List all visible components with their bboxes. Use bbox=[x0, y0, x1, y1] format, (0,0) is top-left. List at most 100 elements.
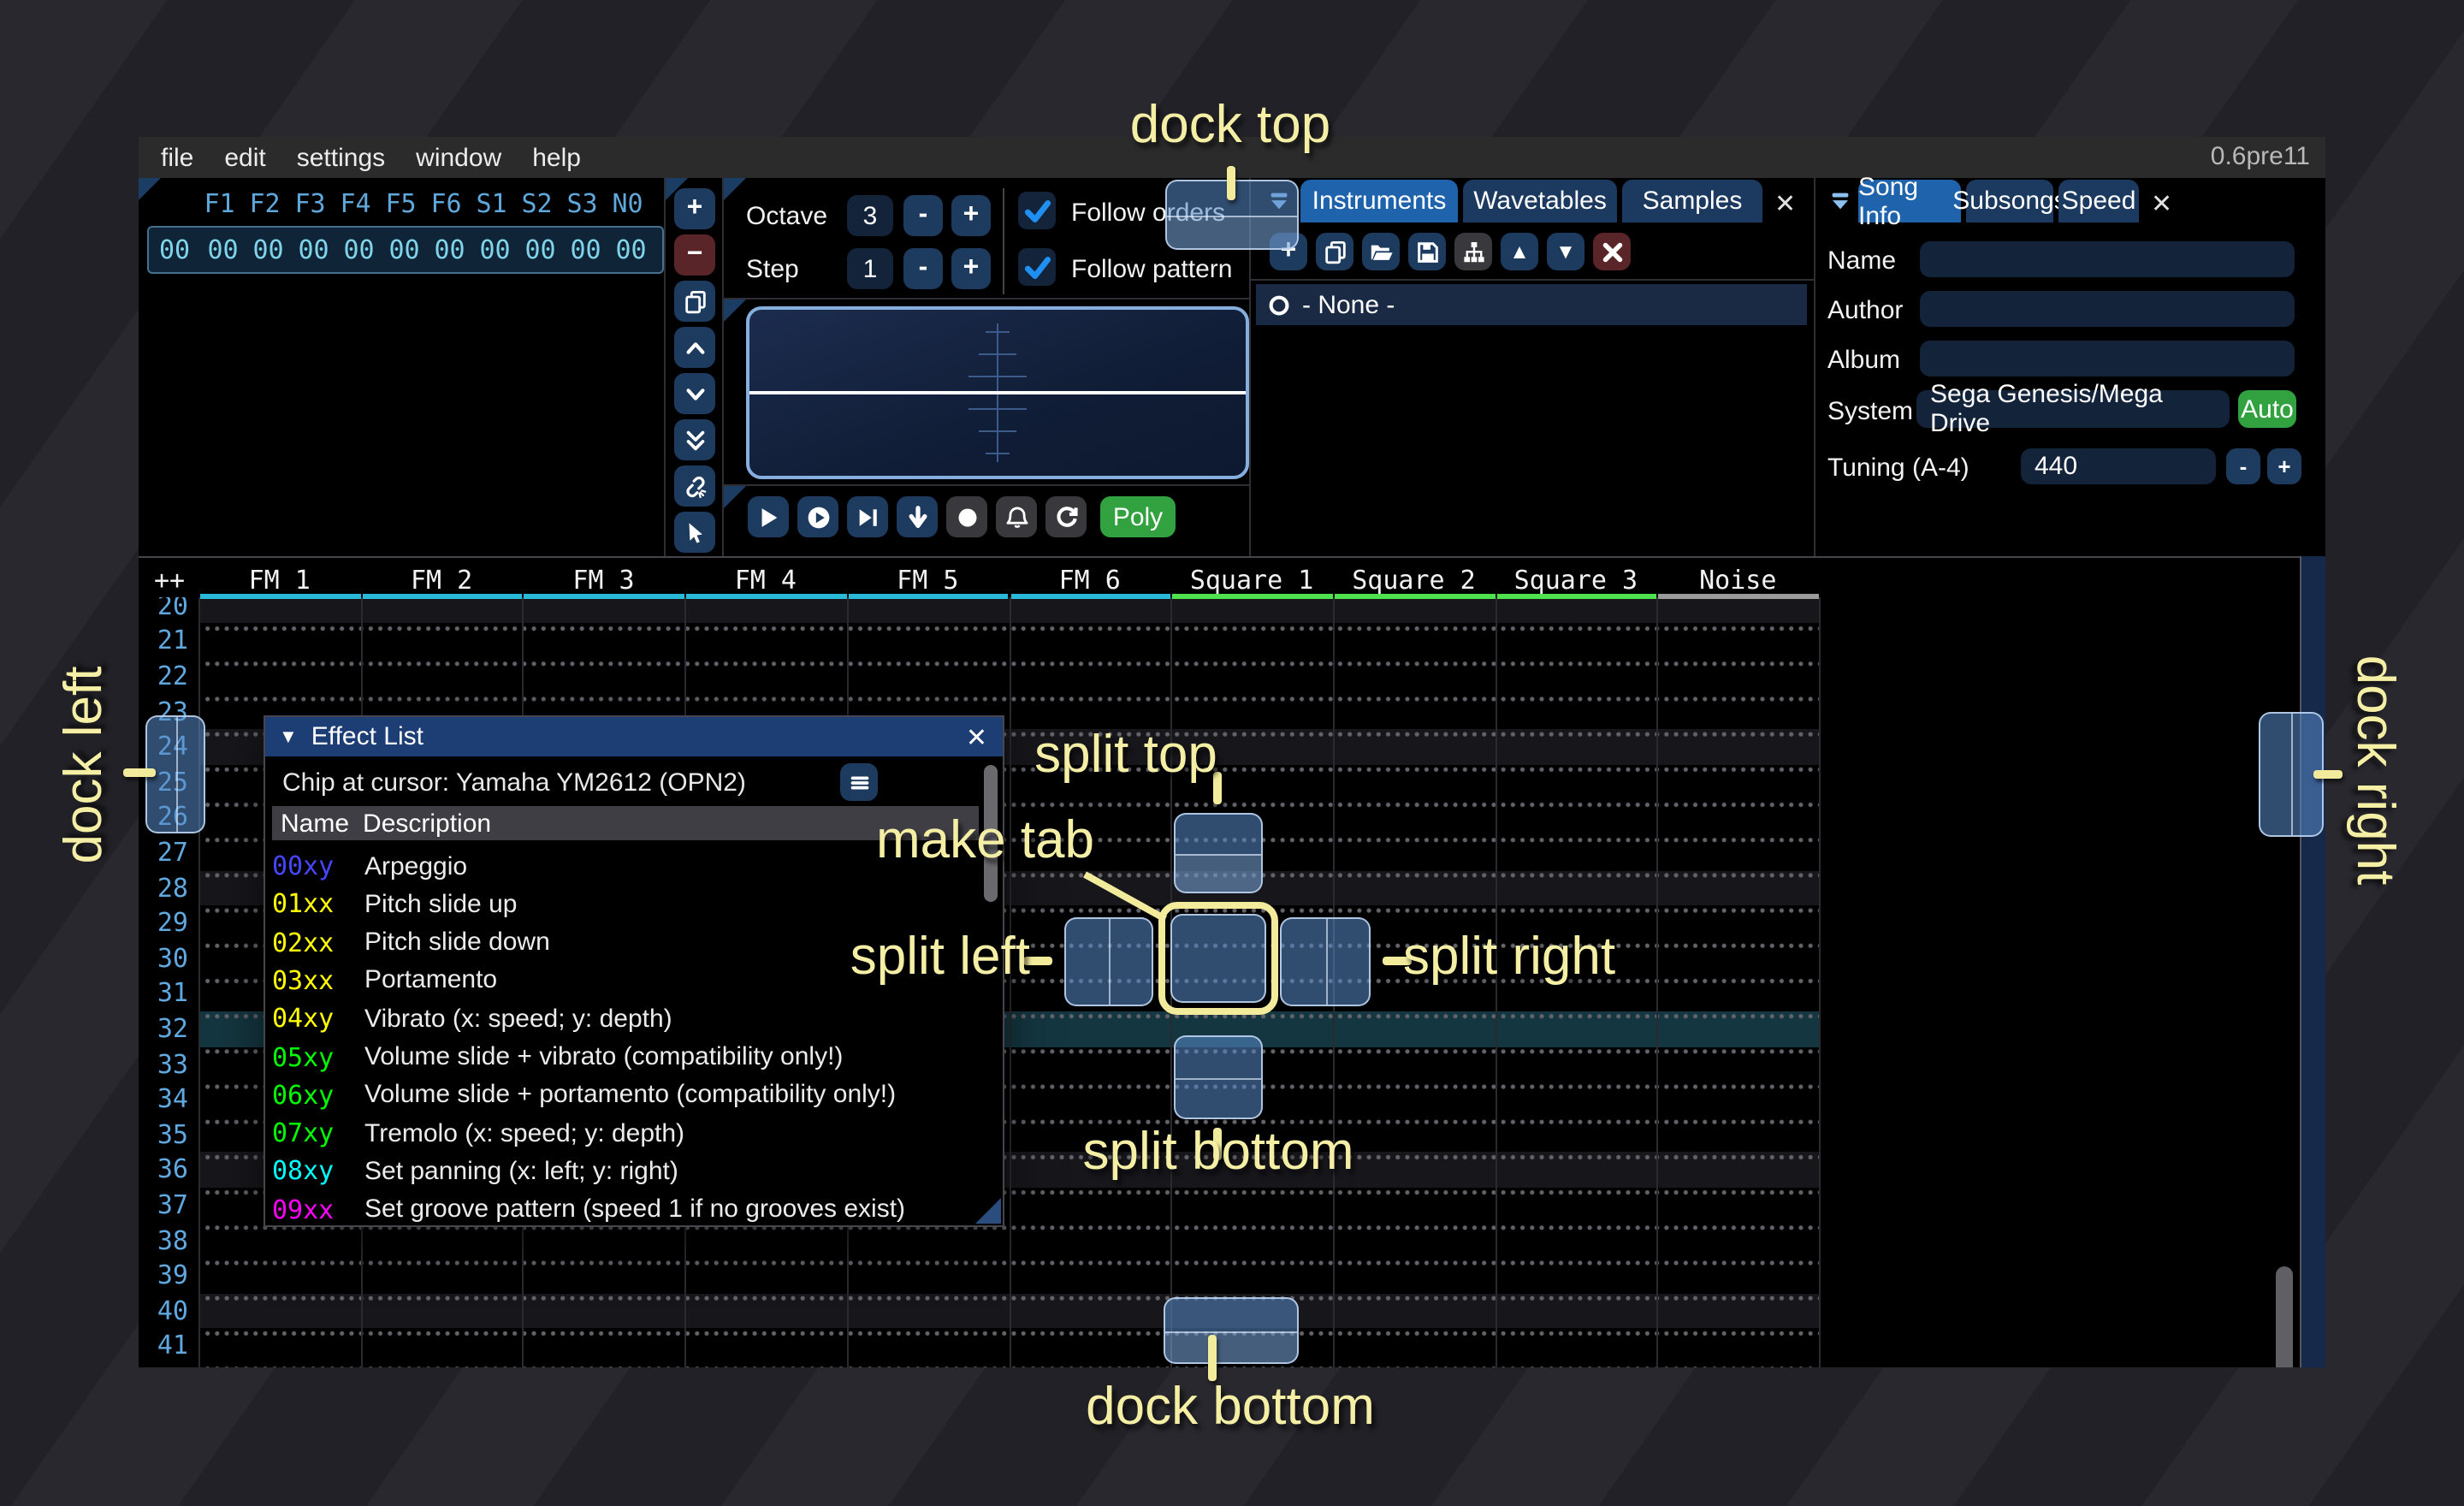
effect-list-item[interactable]: 00xyArpeggio bbox=[272, 847, 467, 885]
channel-header-fm-5[interactable]: FM 5 bbox=[847, 565, 1009, 596]
album-input[interactable] bbox=[1920, 341, 2295, 376]
step-minus-button[interactable]: - bbox=[903, 248, 943, 289]
instrument-wizard-button[interactable] bbox=[1454, 233, 1492, 270]
step-plus-button[interactable]: + bbox=[951, 248, 991, 289]
effect-list-item[interactable]: 08xySet panning (x: left; y: right) bbox=[272, 1153, 678, 1190]
effect-list-item[interactable]: 04xyVibrato (x: speed; y: depth) bbox=[272, 999, 672, 1037]
step-row-button[interactable] bbox=[897, 496, 938, 537]
tuning-minus-button[interactable]: - bbox=[2226, 448, 2260, 484]
follow-pattern-checkbox[interactable] bbox=[1018, 248, 1056, 286]
make-tab-target[interactable] bbox=[1170, 914, 1266, 1003]
delete-instrument-button[interactable] bbox=[1593, 233, 1631, 270]
remove-order-button[interactable]: − bbox=[674, 234, 715, 276]
pattern-scrollbar-thumb[interactable] bbox=[2276, 1266, 2293, 1367]
pattern-row[interactable]: 39 bbox=[139, 1258, 1819, 1293]
order-edit-mode-button[interactable] bbox=[674, 512, 715, 553]
order-cell[interactable]: 00 bbox=[200, 234, 246, 265]
split-top-target[interactable] bbox=[1174, 813, 1263, 893]
follow-orders-checkbox[interactable] bbox=[1018, 192, 1056, 229]
dock-bottom-target[interactable] bbox=[1164, 1297, 1299, 1364]
order-cell[interactable]: 00 bbox=[563, 234, 608, 265]
channel-header-fm-3[interactable]: FM 3 bbox=[523, 565, 684, 596]
pattern-row[interactable]: 40 bbox=[139, 1294, 1819, 1329]
menu-item-window[interactable]: window bbox=[400, 138, 517, 177]
collapse-icon[interactable]: ▼ bbox=[279, 726, 298, 747]
duplicate-order-button[interactable] bbox=[674, 281, 715, 322]
order-row[interactable]: 0000000000000000000000 bbox=[147, 226, 664, 274]
menu-item-help[interactable]: help bbox=[517, 138, 596, 177]
move-order-down-button[interactable] bbox=[674, 373, 715, 414]
split-left-target[interactable] bbox=[1064, 917, 1153, 1006]
channel-header-square-2[interactable]: Square 2 bbox=[1333, 565, 1495, 596]
author-input[interactable] bbox=[1920, 291, 2295, 327]
play-one-row-button[interactable] bbox=[847, 496, 888, 537]
move-instrument-up-button[interactable]: ▲ bbox=[1501, 233, 1538, 270]
order-cell[interactable]: 00 bbox=[608, 234, 654, 265]
effect-list-item[interactable]: 06xyVolume slide + portamento (compatibi… bbox=[272, 1076, 896, 1114]
split-right-target[interactable] bbox=[1280, 917, 1371, 1006]
order-cell[interactable]: 00 bbox=[336, 234, 382, 265]
auto-system-button[interactable]: Auto bbox=[2238, 390, 2296, 428]
pattern-row[interactable]: 21 bbox=[139, 624, 1819, 659]
move-instrument-down-button[interactable]: ▼ bbox=[1547, 233, 1584, 270]
effect-list-item[interactable]: 09xxSet groove pattern (speed 1 if no gr… bbox=[272, 1190, 905, 1228]
pattern-row[interactable]: 22 bbox=[139, 659, 1819, 694]
tab-song-info[interactable]: Song Info bbox=[1858, 180, 1961, 222]
tab-instruments[interactable]: Instruments bbox=[1300, 180, 1458, 222]
menu-item-edit[interactable]: edit bbox=[209, 138, 281, 177]
tuning-plus-button[interactable]: + bbox=[2267, 448, 2301, 484]
effect-list-item[interactable]: 05xyVolume slide + vibrato (compatibilit… bbox=[272, 1038, 843, 1076]
duplicate-order-end-button[interactable] bbox=[674, 419, 715, 460]
effect-list-menu-button[interactable] bbox=[840, 763, 878, 801]
octave-value[interactable]: 3 bbox=[847, 195, 893, 236]
channel-header-fm-1[interactable]: FM 1 bbox=[198, 565, 360, 596]
channel-header-fm-4[interactable]: FM 4 bbox=[684, 565, 846, 596]
effect-list-item[interactable]: 07xyTremolo (x: speed; y: depth) bbox=[272, 1114, 684, 1152]
tab-samples[interactable]: Samples bbox=[1622, 180, 1762, 222]
channel-header-noise[interactable]: Noise bbox=[1657, 565, 1819, 596]
save-instrument-button[interactable] bbox=[1408, 233, 1446, 270]
effect-list-item[interactable]: 03xxPortamento bbox=[272, 962, 497, 999]
order-cell[interactable]: 00 bbox=[382, 234, 427, 265]
pattern-row[interactable]: 42 bbox=[139, 1364, 1819, 1367]
tab-wavetables[interactable]: Wavetables bbox=[1463, 180, 1617, 222]
step-value[interactable]: 1 bbox=[847, 248, 893, 289]
close-instruments-button[interactable]: ✕ bbox=[1774, 188, 1796, 219]
pattern-row[interactable]: 41 bbox=[139, 1329, 1819, 1364]
channel-header-fm-2[interactable]: FM 2 bbox=[360, 565, 522, 596]
tab-speed[interactable]: Speed bbox=[2058, 180, 2139, 222]
octave-plus-button[interactable]: + bbox=[951, 195, 991, 236]
order-cell[interactable]: 00 bbox=[246, 234, 291, 265]
move-order-up-button[interactable] bbox=[674, 327, 715, 368]
menu-item-file[interactable]: file bbox=[145, 138, 209, 177]
play-from-cursor-button[interactable] bbox=[797, 496, 838, 537]
close-effect-list-button[interactable]: ✕ bbox=[966, 721, 987, 752]
system-select[interactable]: Sega Genesis/Mega Drive bbox=[1916, 390, 2230, 428]
channel-header-fm-6[interactable]: FM 6 bbox=[1009, 565, 1170, 596]
tab-subsongs[interactable]: Subsongs bbox=[1966, 180, 2053, 222]
repeat-pattern-button[interactable] bbox=[1045, 496, 1087, 537]
metronome-button[interactable] bbox=[996, 496, 1037, 537]
add-order-button[interactable]: + bbox=[674, 188, 715, 229]
resize-grip[interactable] bbox=[975, 1198, 1001, 1224]
close-song-info-button[interactable]: ✕ bbox=[2151, 188, 2172, 219]
octave-minus-button[interactable]: - bbox=[903, 195, 943, 236]
poly-button[interactable]: Poly bbox=[1100, 496, 1176, 537]
open-instrument-button[interactable] bbox=[1362, 233, 1400, 270]
pattern-corner-button[interactable]: ++ bbox=[142, 565, 197, 596]
name-input[interactable] bbox=[1920, 241, 2295, 277]
effect-list-item[interactable]: 02xxPitch slide down bbox=[272, 923, 550, 961]
instrument-list-item[interactable]: - None - bbox=[1256, 284, 1807, 325]
record-button[interactable] bbox=[946, 496, 987, 537]
menu-item-settings[interactable]: settings bbox=[281, 138, 400, 177]
duplicate-instrument-button[interactable] bbox=[1316, 233, 1353, 270]
order-cell[interactable]: 00 bbox=[472, 234, 518, 265]
dock-menu-button[interactable] bbox=[1821, 183, 1858, 217]
order-cell[interactable]: 00 bbox=[291, 234, 336, 265]
effect-list-titlebar[interactable]: ▼ Effect List ✕ bbox=[265, 717, 1003, 756]
play-button[interactable] bbox=[748, 496, 789, 537]
deep-clone-button[interactable] bbox=[674, 465, 715, 507]
split-bottom-target[interactable] bbox=[1174, 1035, 1263, 1119]
tuning-input[interactable]: 440 bbox=[2021, 448, 2216, 484]
order-cell[interactable]: 00 bbox=[518, 234, 563, 265]
